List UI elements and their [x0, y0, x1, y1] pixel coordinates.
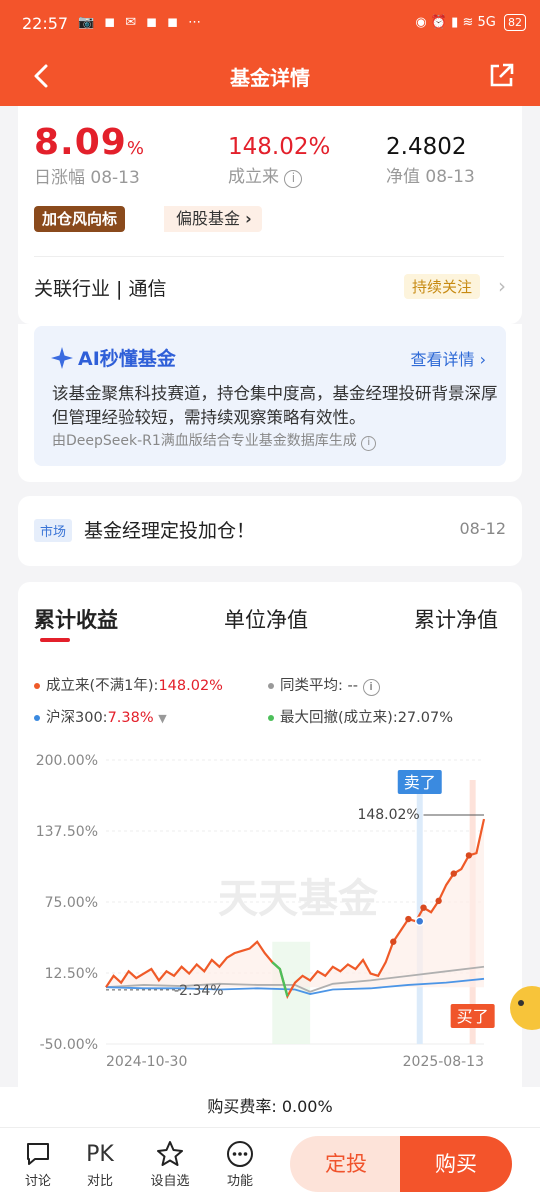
daily-change-label: 日涨幅 08-13 [34, 168, 140, 188]
bottom-action-bar: 讨论 PK 对比 设自选 功能 定投 购买 [0, 1128, 540, 1200]
battery-icon: 82 [504, 14, 526, 31]
network-icon: 5G [477, 15, 496, 30]
info-icon[interactable]: i [284, 170, 303, 188]
status-bar: 22:57 📷 ◼ ✉ ◼ ◼ ⋯ ◉ ⏰ ▮ ≋ 5G 82 [0, 0, 540, 48]
daily-change-value: 8.09% [34, 122, 145, 163]
y-tick-label: 200.00% [36, 753, 98, 769]
ai-source-note: 由DeepSeek-R1满血版结合专业基金数据库生成 i [52, 430, 377, 451]
info-icon[interactable]: i [362, 679, 380, 696]
tab-indicator [40, 638, 70, 642]
ai-title: AI秒懂基金 [78, 348, 176, 370]
mascot-icon[interactable] [506, 980, 540, 1034]
news-card[interactable]: 市场 基金经理定投加仓！ 08-12 [18, 496, 522, 566]
legend-peer: 同类平均: -- i [268, 674, 380, 696]
return-chart[interactable]: 200.00% 137.50% 75.00% 12.50% -50.00% 2024-10… [18, 742, 522, 1067]
fund-tag-secondary[interactable]: 偏股基金 › [164, 206, 262, 232]
tab-accumulated-nav[interactable]: 累计净值 [414, 604, 498, 634]
notification-icons: 📷 ◼ ✉ ◼ ◼ ⋯ [78, 15, 205, 30]
more-functions-button[interactable]: 功能 [215, 1138, 265, 1189]
fund-point [435, 897, 442, 905]
fund-point [405, 915, 412, 923]
dropdown-icon[interactable]: ▼ [158, 712, 166, 725]
industry-row[interactable]: 关联行业 | 通信 持续关注 › [34, 274, 506, 304]
functions-label: 功能 [226, 1174, 253, 1189]
top-nav-bar: 基金详情 [0, 48, 540, 106]
chevron-right-icon: › [498, 274, 506, 298]
watermark: 天天基金 [218, 876, 379, 922]
x-tick-end: 2025-08-13 [403, 1054, 484, 1067]
chevron-right-icon: › [245, 209, 252, 228]
fund-point [420, 904, 427, 911]
compare-label: 对比 [86, 1174, 113, 1189]
follow-badge[interactable]: 持续关注 [403, 274, 480, 299]
tab-cumulative-return[interactable]: 累计收益 [34, 604, 118, 634]
sell-badge-label: 卖了 [404, 773, 436, 792]
since-inception-value: 148.02% [228, 134, 331, 160]
system-icons: ◉ ⏰ ▮ ≋ 5G 82 [415, 14, 526, 31]
star-icon [157, 1141, 183, 1166]
fund-tag-primary[interactable]: 加仓风向标 [34, 206, 126, 232]
more-icon [227, 1141, 253, 1167]
ai-box: AI秒懂基金 查看详情 › 该基金聚焦科技赛道，持仓集中度高，基金经理投研背景深… [34, 326, 506, 466]
buy-badge-label: 买了 [457, 1007, 489, 1026]
divider [34, 256, 504, 257]
market-badge: 市场 [34, 519, 73, 542]
chat-icon [27, 1143, 49, 1165]
discuss-label: 讨论 [24, 1174, 51, 1189]
fund-point [450, 870, 457, 877]
watchlist-label: 设自选 [150, 1174, 190, 1189]
sell-point [414, 916, 425, 927]
x-tick-start: 2024-10-30 [106, 1054, 187, 1067]
ai-summary-text: 该基金聚焦科技赛道，持仓集中度高，基金经理投研背景深厚但管理经验较短，需持续观察… [52, 384, 498, 427]
fixed-investment-button[interactable]: 定投 [290, 1136, 402, 1192]
low-value-label: -2.34% [174, 983, 224, 999]
y-tick-label: 137.50% [36, 824, 98, 840]
pk-icon: PK [86, 1141, 114, 1167]
fund-point [390, 938, 397, 945]
buy-button[interactable]: 购买 [400, 1136, 512, 1192]
fund-summary-card: 8.09% 日涨幅 08-13 148.02% 成立来 i 2.4802 净值 … [18, 106, 522, 324]
legend-drawdown: 最大回撤(成立来):27.07% [268, 706, 453, 727]
info-icon[interactable]: i [361, 436, 377, 451]
legend-index[interactable]: 沪深300:7.38% ▼ [34, 706, 167, 727]
y-tick-label: 75.00% [45, 895, 98, 911]
compare-button[interactable]: PK 对比 [75, 1138, 125, 1190]
end-value-label: 148.02% [357, 807, 419, 823]
discuss-button[interactable]: 讨论 [13, 1138, 63, 1189]
tab-unit-nav[interactable]: 单位净值 [224, 604, 308, 634]
clock: 22:57 [22, 14, 69, 33]
fund-point [465, 852, 473, 859]
news-title[interactable]: 基金经理定投加仓！ [84, 516, 255, 543]
industry-label: 关联行业 | 通信 [34, 278, 167, 300]
ai-detail-link[interactable]: 查看详情 › [411, 346, 487, 370]
chart-card: 累计收益 单位净值 累计净值 成立来(不满1年):148.02% 同类平均: -… [18, 582, 522, 1087]
y-tick-label: 12.50% [45, 966, 98, 982]
add-watchlist-button[interactable]: 设自选 [145, 1138, 195, 1189]
page-title: 基金详情 [230, 66, 310, 90]
legend-fund: 成立来(不满1年):148.02% [34, 674, 223, 695]
since-inception-label[interactable]: 成立来 i [228, 162, 330, 188]
nav-value: 2.4802 [386, 134, 467, 160]
ai-summary-card: AI秒懂基金 查看详情 › 该基金聚焦科技赛道，持仓集中度高，基金经理投研背景深… [18, 324, 522, 482]
news-date: 08-12 [459, 519, 507, 538]
sparkle-icon [51, 347, 73, 369]
y-tick-label: -50.00% [40, 1037, 98, 1053]
share-icon[interactable] [486, 61, 516, 91]
purchase-fee: 购买费率: 0.00% [0, 1087, 540, 1128]
nav-label: 净值 08-13 [386, 167, 475, 187]
